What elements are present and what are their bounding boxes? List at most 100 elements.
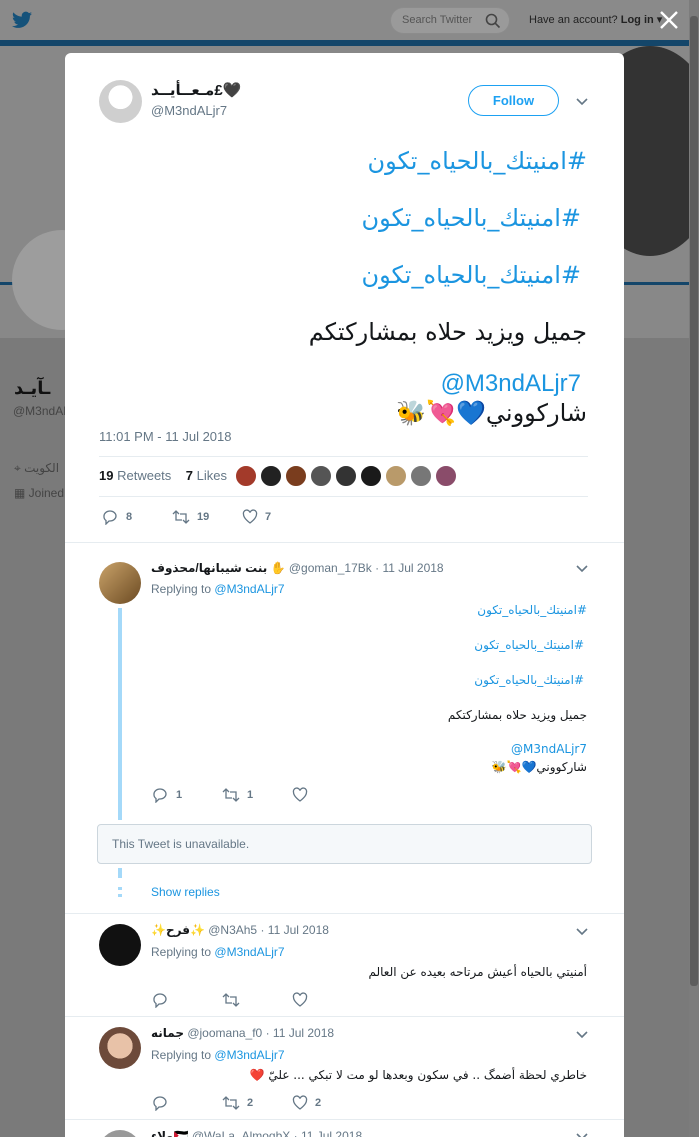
hashtag-link[interactable]: #امنيتك_بالحياه_تكون <box>477 603 587 617</box>
reply-author-handle[interactable]: @N3Ah5 <box>208 923 257 937</box>
thread-line <box>118 868 122 878</box>
thread-dot <box>118 894 122 897</box>
search-box[interactable]: Search Twitter <box>390 7 510 34</box>
profile-handle: @M3ndAL <box>13 404 70 418</box>
heart-icon <box>242 509 258 524</box>
replying-to: Replying to @M3ndALjr7 <box>151 945 285 959</box>
divider <box>65 1119 624 1120</box>
liker-avatar[interactable] <box>335 465 357 487</box>
divider <box>65 1016 624 1017</box>
thread-line <box>118 608 122 820</box>
replying-to: Replying to @M3ndALjr7 <box>151 1048 285 1062</box>
reply-author-handle[interactable]: @joomana_f0 <box>187 1026 262 1040</box>
tweet-text-line: شاركووني💙💘🐝 <box>396 400 587 427</box>
reply-date[interactable]: · 11 Jul 2018 <box>294 1129 363 1137</box>
chevron-down-icon[interactable] <box>576 565 588 573</box>
search-icon[interactable] <box>485 13 501 29</box>
likes-count[interactable]: 7 <box>186 468 193 483</box>
reply-text: خاطري لحظة أضمگ .. في سكون وبعدها لو مت … <box>249 1068 587 1082</box>
chevron-down-icon[interactable] <box>576 1133 588 1137</box>
retweets-label[interactable]: Retweets <box>117 468 171 483</box>
thread-dot <box>118 887 122 890</box>
replying-to-link[interactable]: @M3ndALjr7 <box>214 1048 284 1062</box>
reply-text: شاركووني💙💘🐝 <box>491 760 587 774</box>
liker-avatar[interactable] <box>260 465 282 487</box>
chevron-down-icon[interactable] <box>576 1031 588 1039</box>
reply-author-name[interactable]: بنت شيبانها/محذوف ✋ <box>151 561 286 575</box>
reply-avatar[interactable] <box>99 1027 141 1069</box>
author-handle[interactable]: @M3ndALjr7 <box>151 103 227 118</box>
profile-name: ـآيـد <box>14 378 51 398</box>
twitter-bird-icon[interactable] <box>12 11 32 29</box>
chevron-down-icon[interactable] <box>576 98 588 106</box>
reply-icon <box>103 510 117 525</box>
tweet-stats: 19 Retweets 7 Likes <box>99 468 227 483</box>
reply-author-handle[interactable]: @WaLa_AlmoqbX <box>192 1129 290 1137</box>
author-name[interactable]: مـعــأيــد£🖤 <box>151 81 241 99</box>
retweet-icon <box>172 510 190 524</box>
reply-header: ولاء🇵🇸 @WaLa_AlmoqbX · 11 Jul 2018 <box>151 1129 362 1137</box>
retweet-icon <box>222 993 240 1007</box>
reply-author-name[interactable]: ولاء🇵🇸 <box>151 1129 188 1137</box>
replying-to-link[interactable]: @M3ndALjr7 <box>214 945 284 959</box>
liker-avatar[interactable] <box>360 465 382 487</box>
liker-avatar[interactable] <box>285 465 307 487</box>
reply-header: ✨فرح✨ @N3Ah5 · 11 Jul 2018 <box>151 923 329 937</box>
likes-label[interactable]: Likes <box>197 468 227 483</box>
reply-header: جمانه @joomana_f0 · 11 Jul 2018 <box>151 1026 334 1040</box>
profile-location: ⌖ الكويت <box>14 461 60 475</box>
reply-author-handle[interactable]: @goman_17Bk <box>289 561 372 575</box>
tweet-text-line: جميل ويزيد حلاه بمشاركتكم <box>308 318 587 346</box>
top-nav: Search Twitter Have an account? Log in ▾ <box>0 0 699 40</box>
heart-icon <box>292 1095 308 1110</box>
mention-link[interactable]: @M3ndALjr7 <box>117 369 587 399</box>
reply-icon <box>153 993 167 1008</box>
search-placeholder: Search Twitter <box>402 14 473 26</box>
scrollbar[interactable] <box>689 0 699 1137</box>
hashtag-link[interactable]: #امنيتك_بالحياه_تكون <box>474 638 584 652</box>
reply-icon <box>153 1096 167 1111</box>
chevron-down-icon[interactable] <box>576 928 588 936</box>
divider <box>99 456 588 457</box>
reply-date[interactable]: · 11 Jul 2018 <box>266 1026 335 1040</box>
hashtag-link[interactable]: #امنيتك_بالحياه_تكون <box>474 673 584 687</box>
heart-icon <box>292 992 308 1007</box>
reply-text: أمنيتي بالحياه أعيش مرتاحه بعيده عن العا… <box>368 965 588 979</box>
author-avatar[interactable] <box>99 80 142 123</box>
reply-author-name[interactable]: ✨فرح✨ <box>151 923 205 937</box>
account-prompt: Have an account? Log in ▾ <box>529 14 663 26</box>
reply-avatar[interactable] <box>99 562 141 604</box>
hashtag-link[interactable]: #امنيتك_بالحياه_تكون <box>117 133 587 190</box>
reply-header: بنت شيبانها/محذوف ✋ @goman_17Bk · 11 Jul… <box>151 561 444 575</box>
liker-avatar[interactable] <box>410 465 432 487</box>
liker-avatar[interactable] <box>235 465 257 487</box>
reply-avatar[interactable] <box>99 1130 141 1137</box>
liker-avatar[interactable] <box>385 465 407 487</box>
reply-date[interactable]: · 11 Jul 2018 <box>375 561 444 575</box>
tweet-timestamp[interactable]: 11:01 PM - 11 Jul 2018 <box>99 429 232 444</box>
retweets-count[interactable]: 19 <box>99 468 113 483</box>
divider <box>65 913 624 914</box>
follow-button[interactable]: Follow <box>468 85 559 116</box>
retweet-icon <box>222 788 240 802</box>
retweet-icon <box>222 1096 240 1110</box>
tweet-text: #امنيتك_بالحياه_تكون #امنيتك_بالحياه_تكو… <box>117 133 587 429</box>
liker-avatar[interactable] <box>310 465 332 487</box>
divider <box>65 542 624 543</box>
reply-text: جميل ويزيد حلاه بمشاركتكم <box>447 708 587 722</box>
hashtag-link[interactable]: #امنيتك_بالحياه_تكون <box>117 247 587 304</box>
reply-author-name[interactable]: جمانه <box>151 1026 184 1040</box>
login-link[interactable]: Log in <box>621 14 654 26</box>
scrollbar-thumb[interactable] <box>690 16 698 986</box>
replying-to-link[interactable]: @M3ndALjr7 <box>214 582 284 596</box>
reply-date[interactable]: · 11 Jul 2018 <box>260 923 329 937</box>
tweet-modal: مـعــأيــد£🖤 @M3ndALjr7 Follow #امنيتك_ب… <box>65 53 624 1137</box>
liker-avatar[interactable] <box>435 465 457 487</box>
reply-icon <box>153 788 167 803</box>
show-replies-link[interactable]: Show replies <box>151 885 220 899</box>
reply-avatar[interactable] <box>99 924 141 966</box>
hashtag-link[interactable]: #امنيتك_بالحياه_تكون <box>117 190 587 247</box>
mention-link[interactable]: @M3ndALjr7 <box>511 742 587 756</box>
close-icon[interactable] <box>657 8 681 32</box>
profile-joined: ▦ Joined <box>14 486 65 500</box>
